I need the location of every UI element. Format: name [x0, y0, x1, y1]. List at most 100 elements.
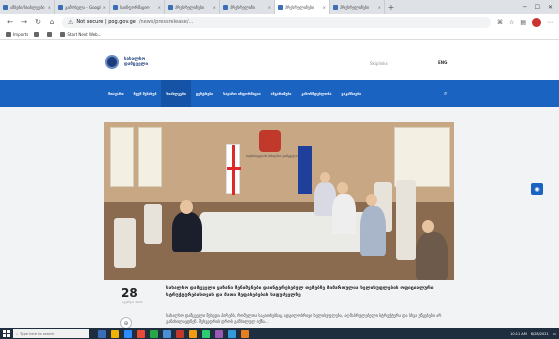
chair [144, 204, 162, 244]
photo-caption: საქართველოს სახალხო დამცველი [246, 154, 298, 158]
forward-icon[interactable]: → [20, 18, 28, 26]
reload-icon[interactable]: ↻ [34, 18, 42, 26]
tray-date[interactable]: 8/28/2021 [531, 332, 549, 336]
browser-tab[interactable]: პრესრელიზი × [220, 0, 275, 14]
chair [114, 218, 136, 268]
nav-item[interactable]: ანგარიშები [266, 80, 297, 107]
taskbar-search[interactable]: ⌕ Type here to search [13, 329, 89, 338]
maximize-icon[interactable]: ☐ [535, 4, 540, 11]
content-area: საქართველოს სახალხო დამცველი 28 აგვისტო … [0, 107, 559, 329]
bookmark-icon [60, 32, 66, 37]
tab-close-icon[interactable]: × [378, 5, 381, 10]
translate-icon[interactable]: ⌘ [497, 19, 503, 26]
person [332, 194, 356, 234]
browser-tab[interactable]: პრესრელიზები × [275, 0, 330, 14]
taskbar-app-icon[interactable] [98, 329, 106, 338]
person-head [366, 194, 377, 206]
nav-item[interactable]: კანონმდებლობა [296, 80, 336, 107]
chair [396, 180, 416, 260]
search-icon: ⌕ [16, 331, 18, 336]
person [416, 232, 448, 280]
article-body: სახალხო დამცველი შეხვდა პირებს, რომელთა … [166, 313, 442, 324]
person [360, 206, 386, 256]
warning-icon: ⚠ [68, 18, 74, 26]
language-switch[interactable]: ENG [438, 60, 447, 65]
tab-close-icon[interactable]: × [268, 5, 271, 10]
profile-avatar[interactable] [532, 17, 541, 27]
browser-tab[interactable]: პრესრელიზები × [165, 0, 220, 14]
tab-title: გამოსვლა - Google [65, 4, 101, 10]
taskbar-app-icon[interactable] [189, 329, 197, 338]
tab-favicon-icon [168, 4, 173, 10]
coat-of-arms [259, 130, 281, 152]
taskbar-app-icon[interactable] [163, 329, 171, 338]
taskbar-app-icon[interactable] [150, 329, 158, 338]
tab-favicon-icon [3, 4, 8, 10]
accessibility-eye-icon[interactable]: ◉ [531, 183, 543, 195]
collections-icon[interactable]: ▤ [520, 19, 526, 26]
header-links[interactable]: Skiplinks [370, 61, 388, 66]
site-header: სახალხო დამცველი Skiplinks ENG [0, 40, 559, 80]
browser-tab[interactable]: გამოსვლა - Google × [55, 0, 110, 14]
logo-text[interactable]: სახალხო დამცველი [124, 57, 164, 67]
taskbar-app-icon[interactable] [111, 329, 119, 338]
taskbar-app-icon[interactable] [228, 329, 236, 338]
nav-item[interactable]: სიახლეები [161, 80, 191, 107]
tab-close-icon[interactable]: × [48, 5, 51, 10]
menu-icon[interactable]: ⋯ [547, 19, 553, 26]
back-icon[interactable]: ← [6, 18, 14, 26]
nav-item[interactable]: ვაკანსიები [336, 80, 366, 107]
article-photo: საქართველოს სახალხო დამცველი [104, 122, 454, 280]
article-date-month: აგვისტო 2021 [122, 300, 143, 304]
photo-window [394, 127, 450, 187]
tray-time[interactable]: 10:11 AM [510, 332, 527, 336]
tab-title: პრესრელიზები [175, 4, 205, 10]
bookmark-item[interactable] [47, 32, 54, 37]
bookmark-icon [6, 32, 11, 37]
taskbar-app-icon[interactable] [176, 329, 184, 338]
main-navigation: მთავარი ჩვენ შესახებ სიახლეები ცენტრები საჯა… [0, 80, 559, 107]
address-bar-row: ← → ↻ ⌂ ⚠ Not secure | pog.gov.ge /news/… [0, 14, 559, 30]
tab-close-icon[interactable]: × [103, 5, 106, 10]
bookmark-item[interactable]: Start Next Web... [60, 32, 102, 37]
window-controls: ─ ☐ ✕ [523, 0, 559, 14]
nav-item[interactable]: ჩვენ შესახებ [129, 80, 162, 107]
close-icon[interactable]: ✕ [548, 4, 553, 11]
nav-item[interactable]: საჯარო ინფორმაცია [218, 80, 265, 107]
article-title[interactable]: სახალხო დამცველი ყაზანი შენიშვნები დაინტ… [166, 285, 456, 299]
person [172, 212, 202, 252]
url-host: Not secure | pog.gov.ge [76, 19, 136, 25]
taskbar-app-icon[interactable] [202, 329, 210, 338]
browser-tab[interactable]: ამბები/სიახლეები × [0, 0, 55, 14]
browser-tab[interactable]: პრესრელიზები × [330, 0, 385, 14]
tab-favicon-icon [58, 4, 63, 10]
taskbar-app-icon[interactable] [215, 329, 223, 338]
taskbar-app-icon[interactable] [124, 329, 132, 338]
nav-item[interactable]: მთავარი [103, 80, 129, 107]
minimize-icon[interactable]: ─ [523, 4, 527, 11]
windows-taskbar: ⌕ Type here to search 10:11 AM 8/28/2021… [0, 328, 559, 339]
bookmark-star-icon[interactable]: ☆ [509, 19, 514, 26]
browser-tab-bar: ამბები/სიახლეები × გამოსვლა - Google × საინფ… [0, 0, 559, 14]
notification-icon[interactable]: ▭ [553, 332, 556, 336]
tab-favicon-icon [278, 4, 283, 10]
system-tray: 10:11 AM 8/28/2021 ▭ [510, 332, 556, 336]
nav-item[interactable]: ცენტრები [191, 80, 218, 107]
search-icon[interactable]: ⌕ [444, 90, 447, 98]
tab-close-icon[interactable]: × [158, 5, 161, 10]
taskbar-search-placeholder: Type here to search [19, 331, 55, 336]
taskbar-app-icon[interactable] [137, 329, 145, 338]
new-tab-button[interactable]: + [385, 0, 397, 14]
taskbar-app-icon[interactable] [241, 329, 249, 338]
bookmark-item[interactable]: Imports [6, 32, 28, 37]
tab-close-icon[interactable]: × [213, 5, 216, 10]
home-icon[interactable]: ⌂ [48, 18, 56, 26]
tab-close-icon[interactable]: × [323, 5, 326, 10]
windows-start-icon[interactable] [3, 330, 10, 337]
url-field[interactable]: ⚠ Not secure | pog.gov.ge /news/pressrel… [62, 16, 491, 28]
photo-window [138, 127, 162, 187]
browser-tab[interactable]: საინფორმაციო × [110, 0, 165, 14]
person-head [320, 172, 330, 183]
bookmark-item[interactable] [34, 32, 41, 37]
ombudsman-logo[interactable] [105, 55, 119, 69]
